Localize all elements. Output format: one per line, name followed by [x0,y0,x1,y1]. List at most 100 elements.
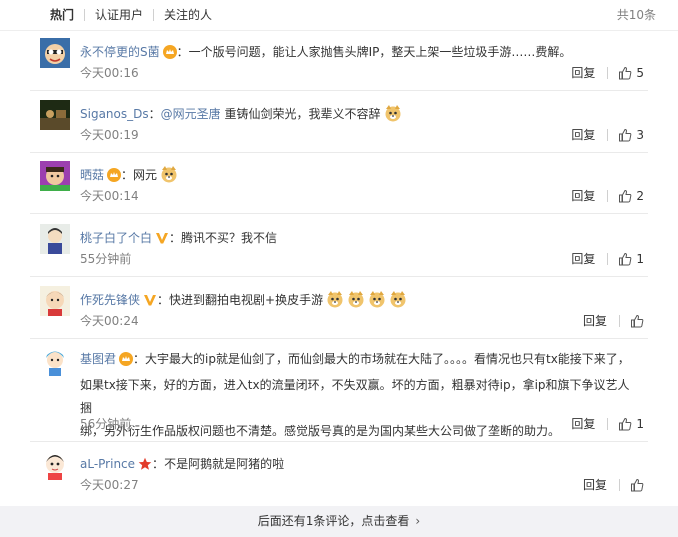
avatar[interactable] [40,100,70,130]
comment-text: 快进到翻拍电视剧+换皮手游 [169,293,324,307]
tab-verified-users[interactable]: 认证用户 [95,8,143,22]
verified-v-badge-icon [155,229,169,253]
like-button[interactable]: 2 [618,188,644,204]
reply-button[interactable]: 回复 [571,416,607,432]
doge-emoji-icon [326,290,344,316]
verified-v-badge-icon [143,291,157,315]
thumbs-up-icon [631,314,644,328]
comment-item: Siganos_Ds：@网元圣唐 重铸仙剑荣光，我辈义不容辞 今天00:19 回… [30,100,648,153]
avatar[interactable] [40,286,70,316]
comment-item: 永不停更的S菌 ：一个版号问题，能让人家抛售头牌IP，整天上架一些垃圾手游……费解… [30,38,648,91]
like-button[interactable]: 5 [618,65,644,81]
like-count: 1 [636,252,644,266]
like-button[interactable]: 1 [618,416,644,432]
username[interactable]: 作死先锋侠 [80,293,140,307]
chevron-right-icon: › [415,514,421,528]
thumbs-up-icon [631,478,644,492]
comment-actions: 回复 1 [571,416,644,432]
reply-button[interactable]: 回复 [571,127,607,143]
tab-divider [153,9,154,21]
username[interactable]: 基图君 [80,352,116,366]
tab-following[interactable]: 关注的人 [164,8,212,22]
like-count: 1 [636,417,644,431]
star-badge-icon [138,455,152,479]
comment-content: aL-Prince ：不是阿鹅就是阿猪的啦 [80,452,638,479]
comment-content: 基图君 ：大宇最大的ip就是仙剑了，而仙剑最大的市场就在大陆了。。。。看情况也只有… [80,348,638,443]
tab-divider [84,9,85,21]
action-divider [607,129,609,141]
comment-actions: 回复 5 [571,65,644,81]
doge-emoji-icon [389,290,407,316]
tab-hot[interactable]: 热门 [50,8,74,22]
comment-time: 56分钟前 [80,417,132,431]
avatar[interactable] [40,346,70,376]
thumbs-up-icon [619,189,632,203]
comment-text-line: 绑，另外衍生作品版权问题也不清楚。感觉版号真的是为国内某些大公司做了垄断的助力。 [80,424,561,438]
username[interactable]: aL-Prince [80,457,135,471]
like-count: 2 [636,189,644,203]
comment-text: 腾讯不买？我不信 [181,231,278,245]
doge-emoji-icon [160,165,178,191]
username[interactable]: 晒菇 [80,168,104,182]
like-button[interactable]: 1 [618,251,644,267]
username[interactable]: Siganos_Ds [80,107,149,121]
action-divider [607,190,609,202]
load-more-label: 后面还有1条评论，点击查看 [257,514,410,528]
comment-content: 作死先锋侠 ：快进到翻拍电视剧+换皮手游 [80,288,638,316]
comment-time: 55分钟前 [80,252,132,266]
comment-actions: 回复 [583,477,644,493]
like-button[interactable] [630,314,644,328]
reply-button[interactable]: 回复 [571,188,607,204]
avatar[interactable] [40,224,70,254]
comment-text: 不是阿鹅就是阿猪的啦 [164,457,285,471]
avatar[interactable] [40,38,70,68]
action-divider [619,315,620,327]
comment-total-count: 共10条 [616,8,656,22]
comment-content: Siganos_Ds：@网元圣唐 重铸仙剑荣光，我辈义不容辞 [80,102,638,130]
thumbs-up-icon [619,417,632,431]
action-divider [619,479,620,491]
comment-item: 桃子白了个白 ：腾讯不买？我不信 55分钟前 回复 1 [30,224,648,277]
thumbs-up-icon [619,128,632,142]
comment-item: aL-Prince ：不是阿鹅就是阿猪的啦 今天00:27 回复 [30,450,648,500]
username[interactable]: 永不停更的S菌 [80,45,160,59]
comment-text: 重铸仙剑荣光，我辈义不容辞 [224,107,381,121]
reply-button[interactable]: 回复 [571,251,607,267]
reply-button[interactable]: 回复 [583,313,619,329]
like-count: 5 [636,66,644,80]
comment-text: 一个版号问题，能让人家抛售头牌IP，整天上架一些垃圾手游……费解。 [188,45,572,59]
load-more-comments-button[interactable]: 后面还有1条评论，点击查看 › [0,506,678,537]
reply-button[interactable]: 回复 [571,65,607,81]
comment-time: 今天00:19 [80,128,139,142]
comment-time: 今天00:27 [80,478,139,492]
comment-text-line: 大宇最大的ip就是仙剑了，而仙剑最大的市场就在大陆了。。。。看情况也只有tx能接… [145,352,630,366]
comment-time: 今天00:24 [80,314,139,328]
crown-badge-icon [107,166,122,190]
comment-content: 晒菇 ：网元 [80,163,638,191]
comment-actions: 回复 2 [571,188,644,204]
mention-link[interactable]: @网元圣唐 [161,107,221,121]
doge-emoji-icon [384,104,402,130]
comment-actions: 回复 3 [571,127,644,143]
comment-item: 作死先锋侠 ：快进到翻拍电视剧+换皮手游 今天00:24 回复 [30,286,648,339]
thumbs-up-icon [619,66,632,80]
action-divider [607,67,609,79]
action-divider [607,418,609,430]
comment-item: 基图君 ：大宇最大的ip就是仙剑了，而仙剑最大的市场就在大陆了。。。。看情况也只有… [30,346,648,442]
thumbs-up-icon [619,252,632,266]
avatar[interactable] [40,450,70,480]
comment-actions: 回复 1 [571,251,644,267]
crown-badge-icon [162,43,177,67]
crown-badge-icon [119,351,134,374]
comment-time: 今天00:16 [80,66,139,80]
like-count: 3 [636,128,644,142]
comment-text-line: 如果tx接下来，好的方面，进入tx的流量闭环，不失双赢。坏的方面，粗暴对待ip，… [80,378,630,415]
comment-text: 网元 [133,168,158,182]
comment-item: 晒菇 ：网元 今天00:14 回复 2 [30,161,648,214]
like-button[interactable]: 3 [618,127,644,143]
reply-button[interactable]: 回复 [583,477,619,493]
avatar[interactable] [40,161,70,191]
like-button[interactable] [630,478,644,492]
comment-content: 永不停更的S菌 ：一个版号问题，能让人家抛售头牌IP，整天上架一些垃圾手游……费解… [80,40,638,67]
username[interactable]: 桃子白了个白 [80,231,152,245]
